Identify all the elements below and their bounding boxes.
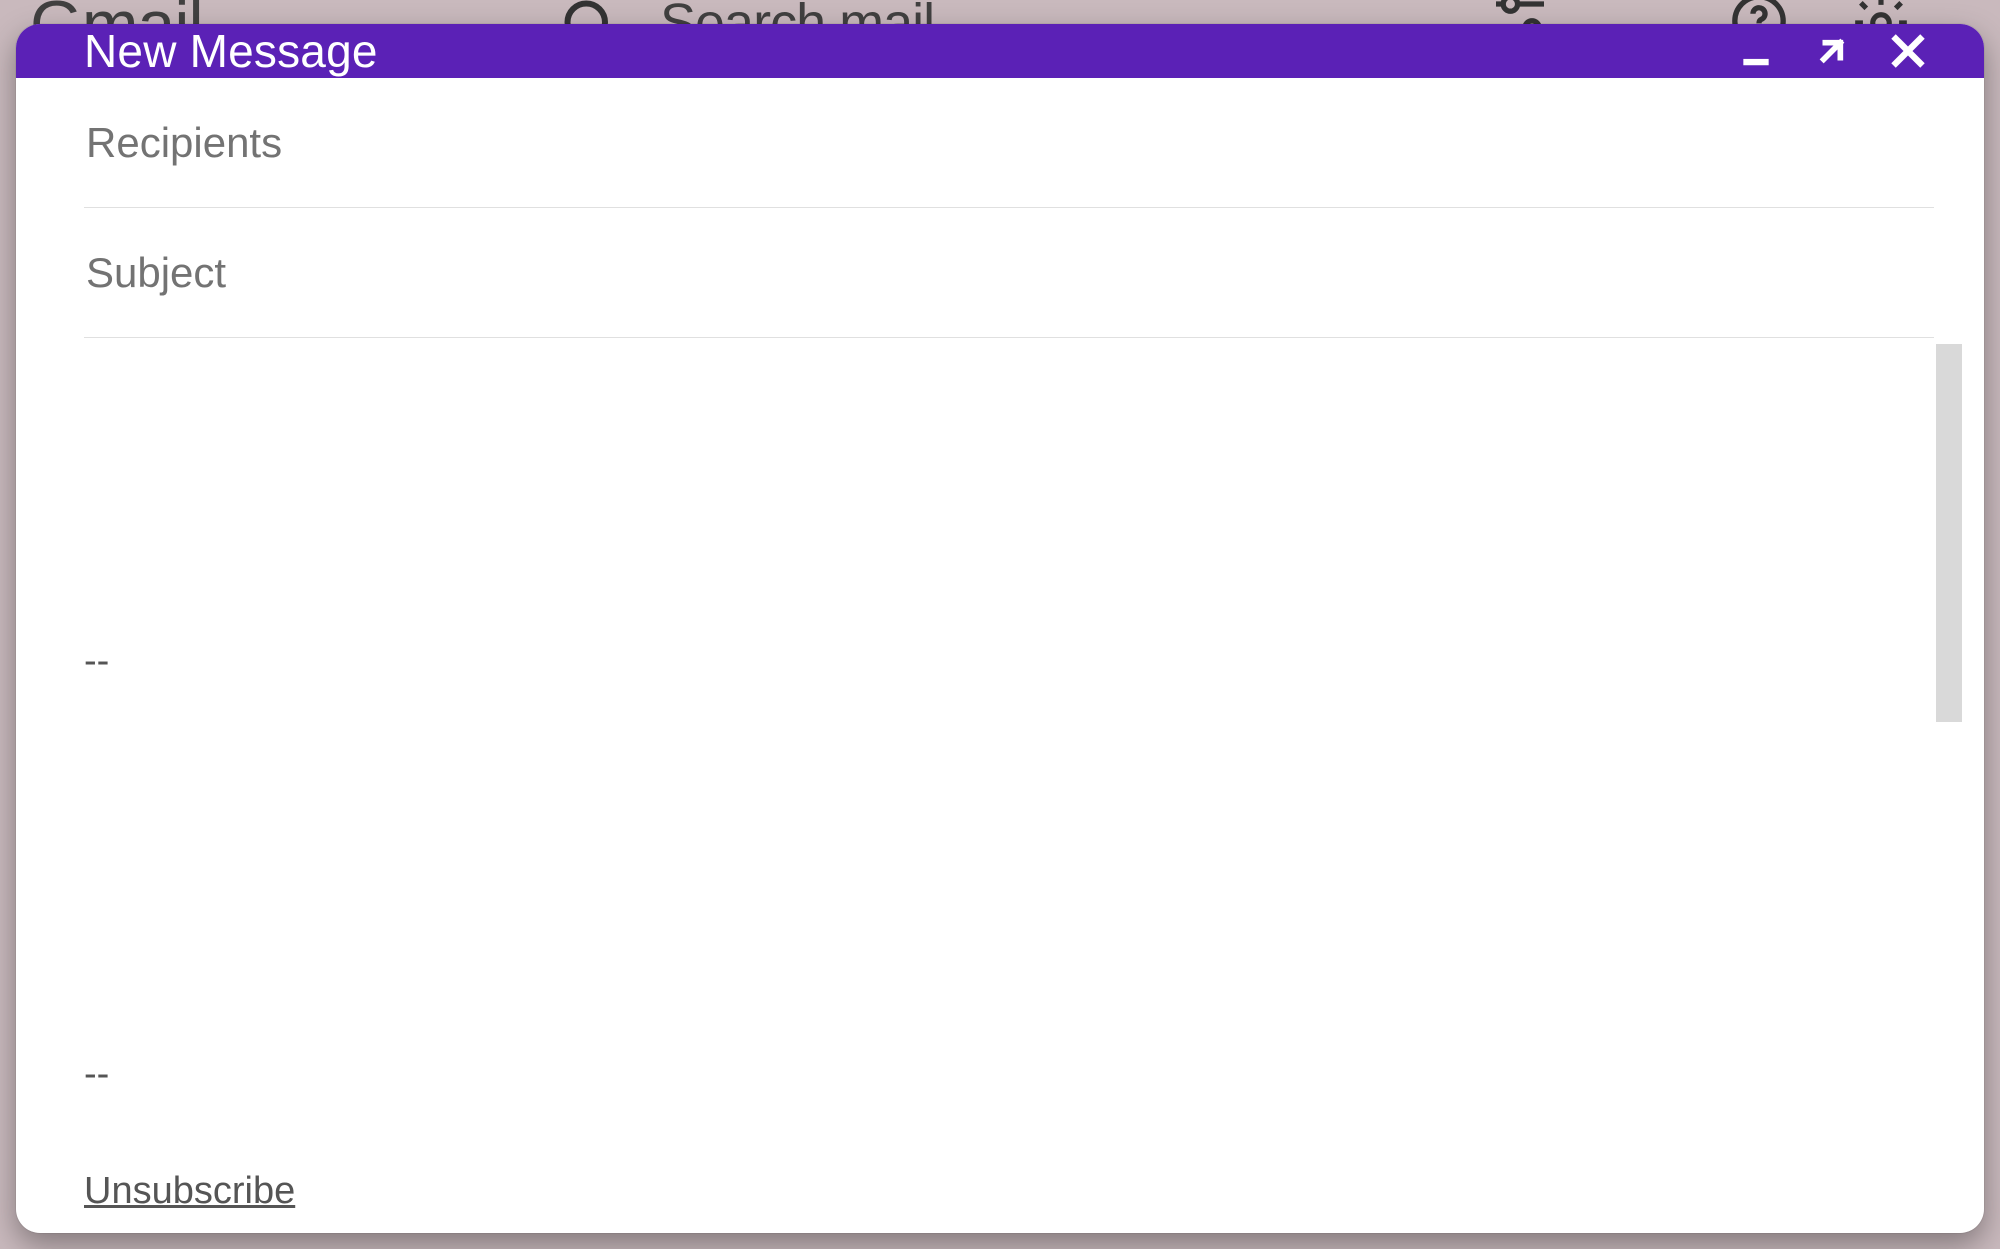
close-button[interactable]: [1886, 29, 1930, 73]
signature-separator: --: [84, 640, 109, 682]
compose-title: New Message: [84, 24, 1734, 78]
minimize-button[interactable]: [1734, 29, 1778, 73]
compose-body-area[interactable]: -- -- Unsubscribe: [16, 338, 1984, 1233]
subject-input[interactable]: [84, 248, 1934, 298]
recipients-field[interactable]: [84, 78, 1934, 208]
compose-titlebar: New Message: [16, 24, 1984, 78]
compose-window: New Message -- -- Unsub: [16, 24, 1984, 1233]
signature-separator: --: [84, 1053, 109, 1095]
body-scrollbar[interactable]: [1936, 344, 1962, 722]
subject-field[interactable]: [84, 208, 1934, 338]
compose-body[interactable]: -- -- Unsubscribe: [84, 338, 1934, 1233]
popout-button[interactable]: [1810, 29, 1854, 73]
recipients-input[interactable]: [84, 118, 1934, 168]
unsubscribe-link[interactable]: Unsubscribe: [84, 1170, 295, 1212]
